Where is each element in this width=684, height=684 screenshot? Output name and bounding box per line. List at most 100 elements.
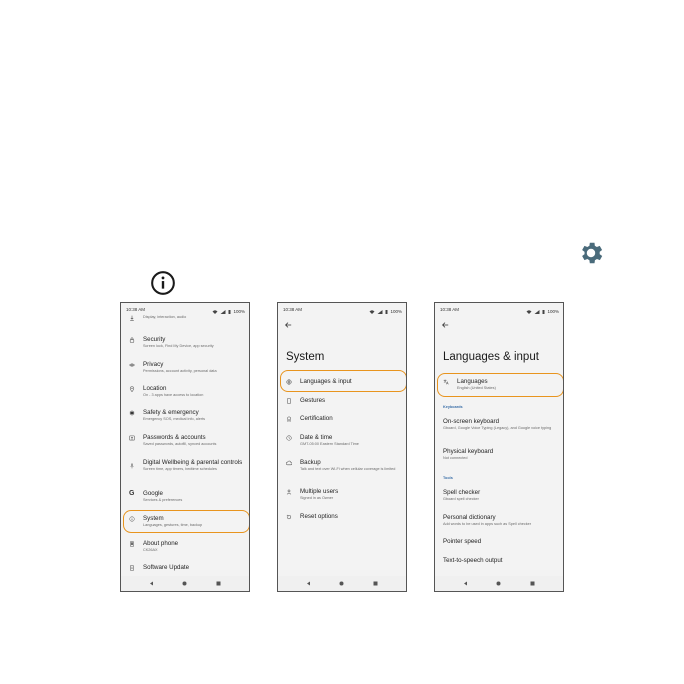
tool-item-pointer-speed[interactable]: Pointer speed xyxy=(435,538,563,545)
users-icon xyxy=(286,489,292,495)
settings-item-google[interactable]: G Google Services & preferences xyxy=(121,490,249,503)
settings-item-safety[interactable]: Safety & emergency Emergency SOS, medical… xyxy=(121,409,249,422)
signal-icon xyxy=(377,309,383,314)
eye-icon xyxy=(129,363,135,367)
system-item-multiple-users[interactable]: Multiple users Signed in as Owner xyxy=(278,488,406,501)
item-subtitle: Saved passwords, autofill, synced accoun… xyxy=(143,441,217,446)
signal-icon xyxy=(534,309,540,314)
wellbeing-icon xyxy=(130,463,134,469)
settings-gear-icon xyxy=(582,242,603,264)
item-title: Pointer speed xyxy=(443,538,482,545)
system-item-date-time[interactable]: Date & time GMT-05:00 Eastern Standard Ti… xyxy=(278,434,406,447)
certification-icon xyxy=(287,416,291,422)
settings-item-passwords[interactable]: Passwords & accounts Saved passwords, aut… xyxy=(121,434,249,447)
status-bar: 10:38 AM 100% xyxy=(435,303,563,316)
back-arrow-icon[interactable] xyxy=(284,321,292,329)
lock-icon xyxy=(129,337,135,343)
update-icon xyxy=(130,565,134,571)
info-icon xyxy=(151,271,175,295)
clock-icon xyxy=(286,435,292,441)
display-icon xyxy=(130,315,134,321)
item-title: Text-to-speech output xyxy=(443,557,503,564)
settings-item-security[interactable]: Security Screen lock, Find My Device, app… xyxy=(121,336,249,349)
item-subtitle: Gboard, Google Voice Typing (Legacy), an… xyxy=(443,425,552,430)
item-title: Security xyxy=(143,336,166,343)
back-nav-icon[interactable] xyxy=(306,581,311,586)
settings-item-wellbeing[interactable]: Digital Wellbeing & parental controls Scr… xyxy=(121,459,249,472)
settings-item-about-phone[interactable]: About phone CK26AX xyxy=(121,540,249,553)
item-title: Safety & emergency xyxy=(143,409,199,416)
highlight-system xyxy=(123,510,249,533)
status-time: 10:38 AM xyxy=(283,307,303,312)
recents-nav-icon[interactable] xyxy=(530,581,535,586)
back-nav-icon[interactable] xyxy=(463,581,468,586)
location-icon xyxy=(129,386,135,392)
system-item-gestures[interactable]: Gestures xyxy=(278,397,406,404)
home-nav-icon[interactable] xyxy=(182,581,187,586)
item-title: Backup xyxy=(300,459,321,466)
settings-item-privacy[interactable]: Privacy Permissions, account activity, pe… xyxy=(121,361,249,374)
item-subtitle: Talk and text over Wi-Fi when cellular c… xyxy=(300,466,396,471)
back-nav-icon[interactable] xyxy=(149,581,154,586)
system-item-reset-options[interactable]: Reset options xyxy=(278,513,406,520)
recents-nav-icon[interactable] xyxy=(373,581,378,586)
item-title: Certification xyxy=(300,415,333,422)
item-title: Reset options xyxy=(300,513,338,520)
google-icon: G xyxy=(129,490,135,497)
settings-item-location[interactable]: Location On - 3 apps have access to locat… xyxy=(121,385,249,398)
system-item-certification[interactable]: Certification xyxy=(278,415,406,422)
wifi-icon xyxy=(526,309,532,314)
battery-icon xyxy=(228,309,231,314)
item-title: Physical keyboard xyxy=(443,448,494,455)
highlight-languages-input xyxy=(280,370,406,392)
tool-item-spell-checker[interactable]: Spell checker Gboard spell checker xyxy=(435,489,563,502)
section-header-tools: Tools xyxy=(443,476,453,480)
phone-screen-languages-input: 10:38 AM 100% Languages & input Language… xyxy=(434,302,564,592)
item-subtitle: Services & preferences xyxy=(143,497,183,502)
navigation-bar xyxy=(435,576,563,591)
item-subtitle: Emergency SOS, medical info, alerts xyxy=(143,416,206,421)
back-arrow-icon[interactable] xyxy=(441,321,449,329)
signal-icon xyxy=(220,309,226,314)
battery-level: 100% xyxy=(390,309,402,314)
section-header-keyboards: Keyboards xyxy=(443,405,463,409)
item-title: Passwords & accounts xyxy=(143,434,206,441)
wifi-icon xyxy=(212,309,218,314)
settings-item-software-update[interactable]: Software Update xyxy=(121,564,249,571)
item-title: Location xyxy=(143,385,167,392)
status-time: 10:38 AM xyxy=(440,307,460,312)
item-subtitle: Signed in as Owner xyxy=(300,495,334,500)
status-bar: 10:38 AM 100% xyxy=(278,303,406,316)
home-nav-icon[interactable] xyxy=(339,581,344,586)
item-title: On-screen keyboard xyxy=(443,418,500,425)
item-title: Multiple users xyxy=(300,488,339,495)
recents-nav-icon[interactable] xyxy=(216,581,221,586)
reset-icon xyxy=(286,514,292,520)
item-subtitle: GMT-05:00 Eastern Standard Time xyxy=(300,441,359,446)
item-title: Personal dictionary xyxy=(443,514,496,521)
battery-level: 100% xyxy=(547,309,559,314)
item-subtitle: Not connected xyxy=(443,455,468,460)
item-title: Spell checker xyxy=(443,489,481,496)
item-subtitle: Screen lock, Find My Device, app securit… xyxy=(143,343,214,348)
item-title: Digital Wellbeing & parental controls xyxy=(143,459,243,466)
settings-item-display[interactable]: Display, interaction, audio xyxy=(121,314,249,321)
item-title: About phone xyxy=(143,540,179,547)
page-title: System xyxy=(286,351,325,363)
keyboard-item-on-screen[interactable]: On-screen keyboard Gboard, Google Voice T… xyxy=(435,418,563,431)
system-item-backup[interactable]: Backup Talk and text over Wi-Fi when cell… xyxy=(278,459,406,472)
asterisk-icon xyxy=(129,410,135,416)
tool-item-text-to-speech[interactable]: Text-to-speech output xyxy=(435,557,563,564)
item-title: Google xyxy=(143,490,163,497)
phone-screen-system: 10:38 AM 100% System Languages & input G… xyxy=(277,302,407,592)
highlight-languages xyxy=(437,373,563,397)
keyboard-item-physical[interactable]: Physical keyboard Not connected xyxy=(435,448,563,461)
navigation-bar xyxy=(121,576,249,591)
tool-item-personal-dictionary[interactable]: Personal dictionary Add words to be used … xyxy=(435,514,563,527)
gesture-icon xyxy=(287,398,291,404)
page-title: Languages & input xyxy=(443,351,539,363)
home-nav-icon[interactable] xyxy=(496,581,501,586)
item-title: Software Update xyxy=(143,564,190,571)
wifi-icon xyxy=(369,309,375,314)
item-subtitle: CK26AX xyxy=(143,547,158,552)
